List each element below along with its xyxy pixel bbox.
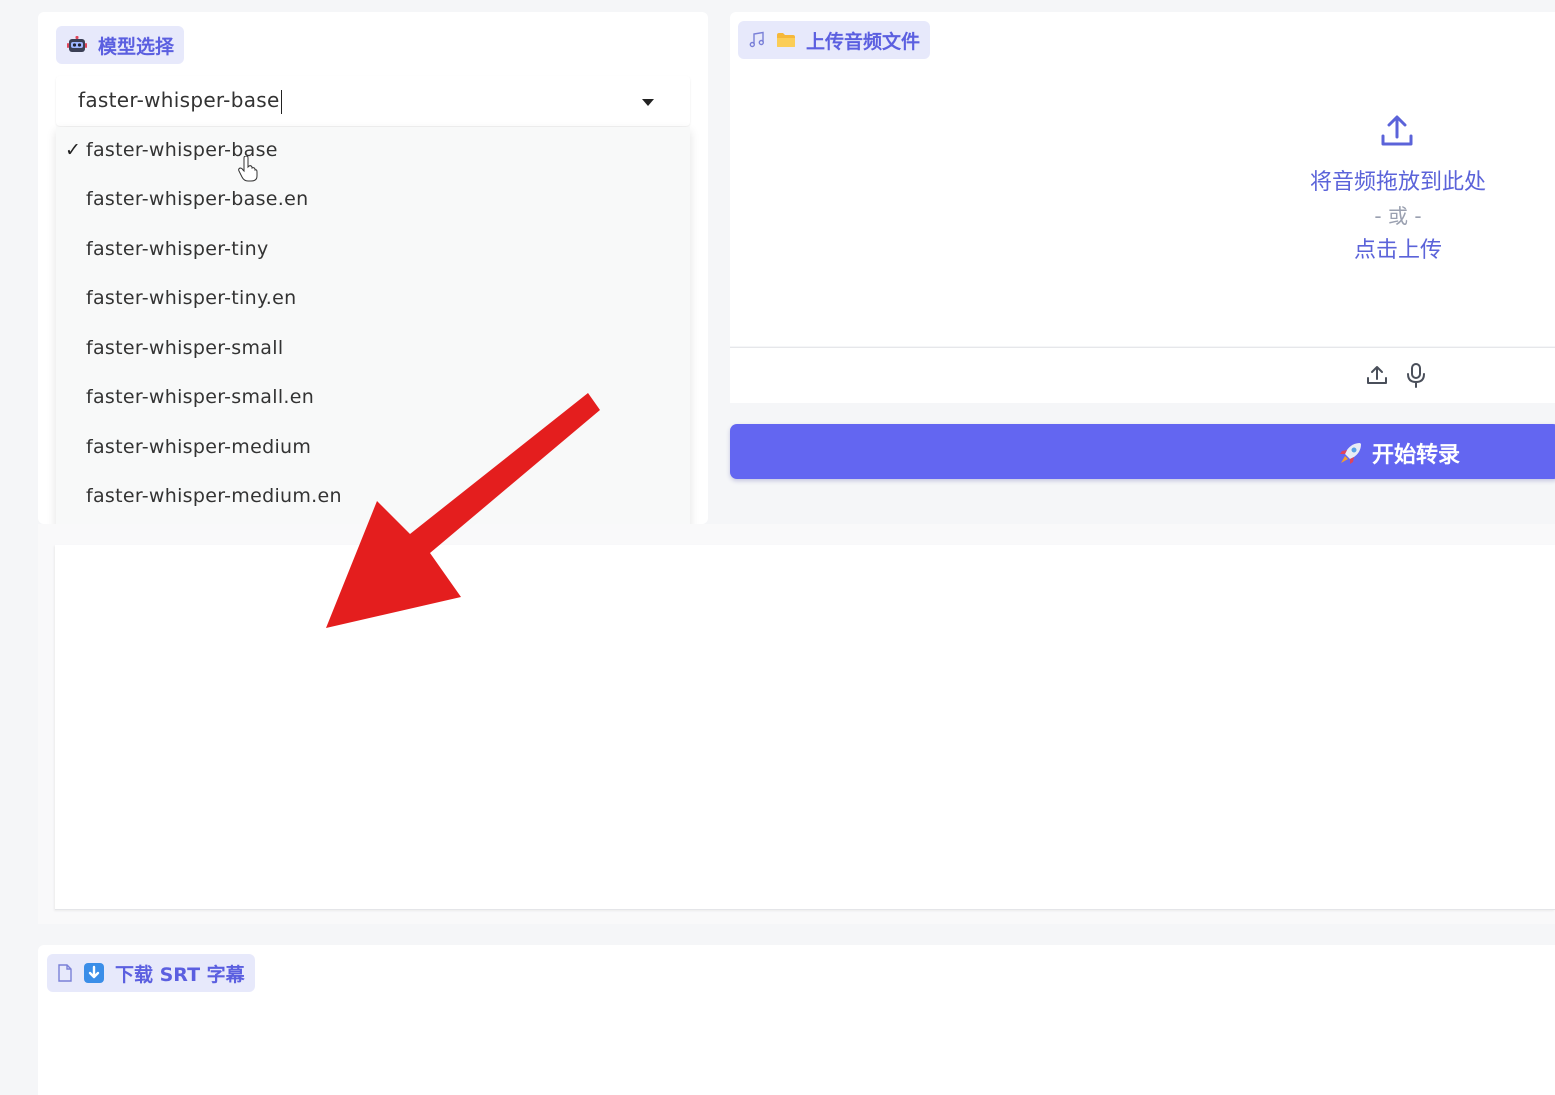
start-transcription-label: 开始转录 (1372, 443, 1461, 468)
drop-audio-text: 将音频拖放到此处 (1309, 170, 1486, 195)
microphone-icon[interactable] (1405, 362, 1427, 389)
folder-icon (777, 33, 795, 47)
or-separator-text: - 或 - (1374, 204, 1422, 228)
dropdown-option[interactable]: faster-whisper-base.en (56, 176, 690, 225)
audio-drop-zone[interactable]: 将音频拖放到此处 - 或 - 点击上传 (730, 74, 1555, 346)
app-root: 模型选择 faster-whisper-base ✓ faster-whispe… (0, 0, 1555, 1095)
checkmark-icon: ✓ (65, 139, 82, 161)
upload-source-bar (730, 347, 1555, 403)
model-selection-label: 模型选择 (98, 35, 175, 58)
model-select[interactable]: faster-whisper-base (56, 76, 690, 126)
upload-icon (1381, 115, 1413, 146)
robot-icon (66, 34, 88, 56)
download-srt-badge: 下载 SRT 字幕 (47, 954, 255, 992)
dropdown-option[interactable]: faster-whisper-tiny (56, 226, 690, 275)
dropdown-option[interactable]: faster-whisper-medium.en (56, 473, 690, 522)
file-icon (58, 964, 72, 982)
upload-audio-label: 上传音频文件 (806, 30, 921, 53)
down-arrow-icon (84, 963, 104, 983)
dropdown-caret-icon[interactable] (642, 99, 654, 106)
upload-audio-badge: 上传音频文件 (738, 21, 931, 59)
transcription-output-area[interactable] (55, 545, 1555, 910)
dropdown-option[interactable]: faster-whisper-small.en (56, 374, 690, 423)
start-transcription-button[interactable]: 开始转录 (730, 424, 1555, 479)
model-selection-badge: 模型选择 (56, 26, 185, 64)
dropdown-option[interactable]: faster-whisper-medium (56, 424, 690, 473)
dropdown-option[interactable]: faster-whisper-tiny.en (56, 275, 690, 324)
download-srt-label: 下载 SRT 字幕 (115, 963, 245, 986)
rocket-icon (1340, 443, 1361, 464)
hand-cursor-icon (238, 156, 258, 182)
dropdown-option[interactable]: faster-whisper-small (56, 325, 690, 374)
dropdown-option[interactable]: ✓ faster-whisper-base (56, 127, 690, 176)
click-upload-link[interactable]: 点击上传 (1328, 232, 1468, 264)
music-note-icon (749, 31, 765, 48)
download-panel (38, 945, 1555, 1095)
upload-icon[interactable] (1366, 364, 1388, 386)
model-select-value[interactable]: faster-whisper-base (78, 88, 282, 114)
